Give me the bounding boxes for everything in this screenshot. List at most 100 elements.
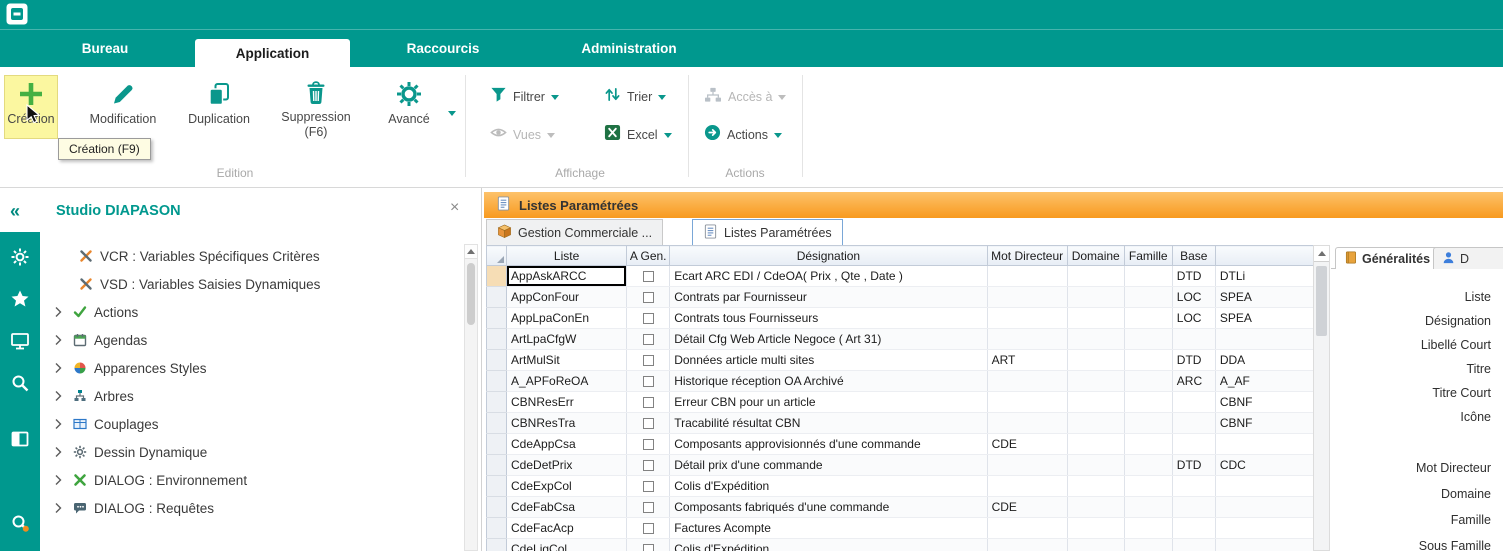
cell[interactable] [627, 350, 670, 371]
cell[interactable] [1172, 497, 1215, 518]
gear-icon[interactable] [9, 246, 31, 268]
cell[interactable]: CBNResTra [507, 413, 627, 434]
row-selector[interactable] [487, 371, 507, 392]
cell[interactable] [1124, 329, 1172, 350]
cell[interactable] [987, 476, 1067, 497]
cell[interactable]: Composants fabriqués d'une commande [670, 497, 987, 518]
cell[interactable] [627, 287, 670, 308]
table-row[interactable]: CdeLigColColis d'Expédition [487, 539, 1314, 551]
checkbox[interactable] [643, 418, 654, 429]
checkbox[interactable] [643, 544, 654, 551]
checkbox[interactable] [643, 523, 654, 534]
cell[interactable] [1124, 266, 1172, 287]
search-icon[interactable] [9, 372, 31, 394]
app-logo-icon[interactable] [6, 3, 28, 25]
tab-raccourcis[interactable]: Raccourcis [390, 30, 496, 68]
checkbox[interactable] [643, 376, 654, 387]
cell[interactable]: Contrats par Fournisseur [670, 287, 987, 308]
checkbox[interactable] [643, 439, 654, 450]
cell[interactable] [1172, 413, 1215, 434]
cell[interactable] [987, 308, 1067, 329]
cell[interactable] [1215, 434, 1313, 455]
row-selector[interactable] [487, 518, 507, 539]
row-selector[interactable] [487, 350, 507, 371]
excel-button[interactable]: Excel [600, 123, 676, 147]
split-view-icon[interactable] [9, 428, 31, 450]
cell[interactable] [1067, 392, 1124, 413]
cell[interactable]: Historique réception OA Archivé [670, 371, 987, 392]
cell[interactable]: DDA [1215, 350, 1313, 371]
cell[interactable] [1067, 371, 1124, 392]
collapse-sidebar-button[interactable]: « [10, 201, 20, 222]
row-selector[interactable] [487, 308, 507, 329]
cell[interactable] [1215, 539, 1313, 551]
cell[interactable] [627, 266, 670, 287]
cell[interactable]: Contrats tous Fournisseurs [670, 308, 987, 329]
table-row[interactable]: A_APFoReOA Historique réception OA Archiv… [487, 371, 1314, 392]
table-row[interactable]: CdeDetPrixDétail prix d'une commandeDTDC… [487, 455, 1314, 476]
cell[interactable] [987, 371, 1067, 392]
duplication-button[interactable]: Duplication [176, 75, 262, 139]
cell[interactable] [627, 434, 670, 455]
cell[interactable] [987, 329, 1067, 350]
cell[interactable]: CdeExpCol [507, 476, 627, 497]
actions-button[interactable]: Actions [700, 123, 786, 147]
scroll-up-button[interactable] [1314, 246, 1329, 262]
cell[interactable]: DTD [1172, 266, 1215, 287]
tab-listes-parametrees[interactable]: Listes Paramétrées [692, 219, 843, 245]
cell[interactable] [1067, 434, 1124, 455]
cell[interactable] [1172, 518, 1215, 539]
cell[interactable] [627, 413, 670, 434]
cell[interactable]: DTD [1172, 350, 1215, 371]
tree-item[interactable]: Dessin Dynamique [40, 438, 460, 466]
cell[interactable]: Factures Acompte [670, 518, 987, 539]
table-row[interactable]: AppAskARCCEcart ARC EDI / CdeOA( Prix , … [487, 266, 1314, 287]
column-header[interactable] [487, 246, 507, 266]
cell[interactable]: CdeLigCol [507, 539, 627, 551]
checkbox[interactable] [643, 481, 654, 492]
cell[interactable] [1172, 539, 1215, 551]
cell[interactable]: CDC [1215, 455, 1313, 476]
filtrer-button[interactable]: Filtrer [486, 85, 563, 109]
cell[interactable]: DTD [1172, 455, 1215, 476]
cell[interactable]: CBNResErr [507, 392, 627, 413]
table-row[interactable]: ArtLpaCfgWDétail Cfg Web Article Negoce … [487, 329, 1314, 350]
avance-dropdown-caret-icon[interactable] [448, 111, 456, 116]
cell[interactable] [627, 392, 670, 413]
cell[interactable] [1067, 539, 1124, 551]
cell[interactable]: Détail Cfg Web Article Negoce ( Art 31) [670, 329, 987, 350]
cell[interactable]: AppLpaConEn [507, 308, 627, 329]
checkbox[interactable] [643, 271, 654, 282]
cell[interactable]: A_APFoReOA [507, 371, 627, 392]
table-row[interactable]: ArtMulSitDonnées article multi sitesARTD… [487, 350, 1314, 371]
cell[interactable] [987, 413, 1067, 434]
cell[interactable] [1124, 350, 1172, 371]
row-selector[interactable] [487, 455, 507, 476]
row-selector[interactable] [487, 539, 507, 551]
tab-administration[interactable]: Administration [555, 30, 703, 68]
modification-button[interactable]: Modification [78, 75, 168, 139]
tree-item[interactable]: Apparences Styles [40, 354, 460, 382]
cell[interactable] [1124, 539, 1172, 551]
cell[interactable] [627, 518, 670, 539]
table-row[interactable]: CBNResTraTracabilité résultat CBNCBNF [487, 413, 1314, 434]
trier-button[interactable]: Trier [600, 85, 670, 109]
row-selector[interactable] [487, 392, 507, 413]
column-header[interactable]: Domaine [1067, 246, 1124, 266]
avance-button[interactable]: Avancé [376, 75, 442, 139]
cell[interactable] [1067, 329, 1124, 350]
cell[interactable]: CdeDetPrix [507, 455, 627, 476]
row-selector[interactable] [487, 266, 507, 287]
cell[interactable] [627, 371, 670, 392]
row-selector[interactable] [487, 476, 507, 497]
cell[interactable] [627, 308, 670, 329]
cell[interactable]: Composants approvisionnés d'une commande [670, 434, 987, 455]
cell[interactable]: ARC [1172, 371, 1215, 392]
checkbox[interactable] [643, 460, 654, 471]
cell[interactable]: SPEA [1215, 287, 1313, 308]
scrollbar-thumb[interactable] [467, 263, 475, 325]
tab-detail-second[interactable]: D [1433, 247, 1503, 269]
cell[interactable] [987, 539, 1067, 551]
cell[interactable] [1067, 518, 1124, 539]
checkbox[interactable] [643, 292, 654, 303]
